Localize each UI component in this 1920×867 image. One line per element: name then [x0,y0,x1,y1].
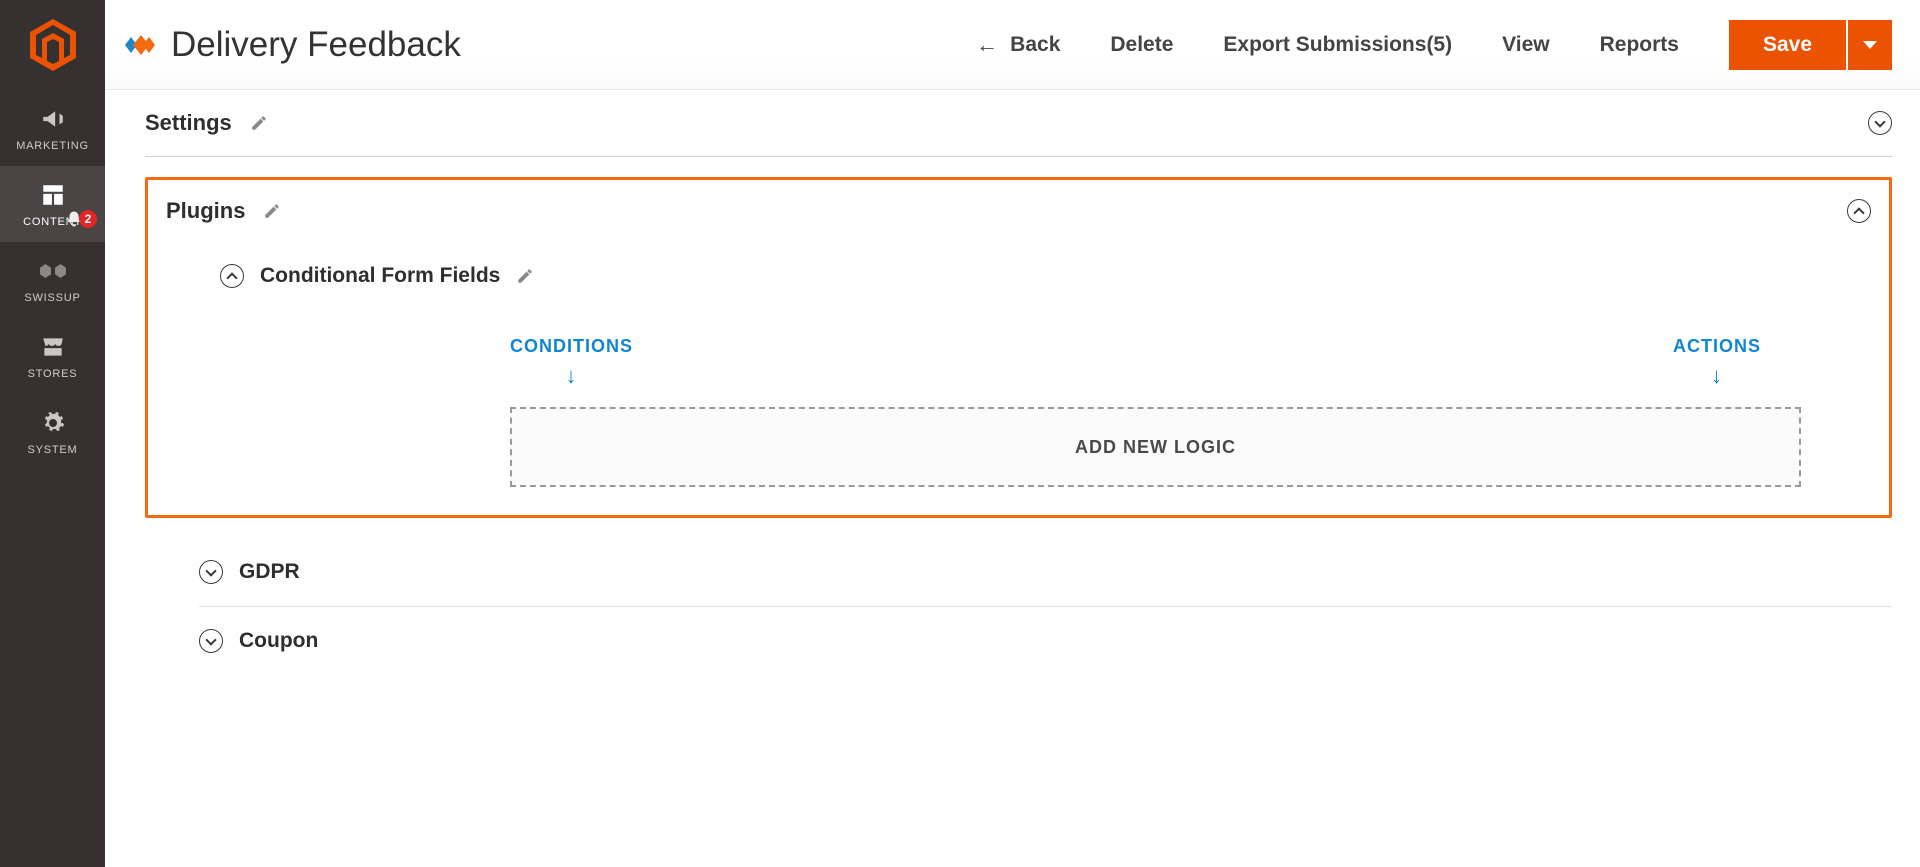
back-button[interactable]: ← Back [976,33,1060,57]
page-actions: ← Back Delete Export Submissions(5) View… [976,20,1892,70]
sidebar-item-system[interactable]: SYSTEM [0,394,105,470]
page-header: Delivery Feedback ← Back Delete Export S… [105,0,1920,90]
section-plugins: Plugins Conditional F [145,177,1892,518]
coupon-title: Coupon [239,629,318,653]
chevron-up-icon [226,272,237,283]
admin-sidebar: MARKETING CONTENT 2 SWISSUP [0,0,105,867]
add-new-logic-button[interactable]: ADD NEW LOGIC [510,407,1801,487]
logo[interactable] [0,0,105,90]
chevron-down-icon [205,565,216,576]
page-content: Settings Plugins [105,90,1920,867]
conditions-text: CONDITIONS [510,336,633,357]
badge-count: 2 [79,210,97,228]
arrow-down-icon: ↓ [566,363,578,389]
pencil-icon[interactable] [263,202,281,220]
triangle-down-icon [1863,41,1877,49]
delete-label: Delete [1110,33,1173,57]
form-icon [123,28,157,62]
actions-text: ACTIONS [1673,336,1761,357]
settings-title: Settings [145,110,232,136]
megaphone-icon [38,106,68,132]
add-new-logic-label: ADD NEW LOGIC [1075,437,1236,458]
hexagons-icon [38,258,68,284]
layout-icon [38,182,68,208]
save-button[interactable]: Save [1729,20,1846,70]
arrow-down-icon: ↓ [1711,363,1723,389]
conditions-column-label: CONDITIONS ↓ [510,336,633,389]
sidebar-item-label: STORES [28,368,78,380]
sidebar-item-content[interactable]: CONTENT 2 [0,166,105,242]
reports-button[interactable]: Reports [1600,33,1679,57]
page-title: Delivery Feedback [171,25,461,65]
view-label: View [1502,33,1549,57]
section-settings: Settings [145,90,1892,157]
plugins-title: Plugins [166,198,245,224]
conditional-title: Conditional Form Fields [260,264,500,288]
gdpr-title: GDPR [239,560,300,584]
gear-icon [38,410,68,436]
export-submissions-button[interactable]: Export Submissions(5) [1223,33,1452,57]
pencil-icon[interactable] [516,267,534,285]
save-dropdown-button[interactable] [1848,20,1892,70]
subsection-coupon: Coupon [199,607,1892,675]
delete-button[interactable]: Delete [1110,33,1173,57]
sidebar-item-label: SYSTEM [27,444,77,456]
chevron-down-icon [205,634,216,645]
chevron-down-icon [1874,116,1885,127]
sidebar-item-marketing[interactable]: MARKETING [0,90,105,166]
gdpr-collapse-toggle[interactable] [199,560,223,584]
view-button[interactable]: View [1502,33,1549,57]
chevron-up-icon [1853,207,1864,218]
subsection-conditional-fields: Conditional Form Fields CONDITIONS ↓ ACT… [166,264,1871,487]
magento-logo-icon [30,19,76,71]
coupon-collapse-toggle[interactable] [199,629,223,653]
notifications-badge[interactable]: 2 [65,210,97,228]
export-label: Export Submissions(5) [1223,33,1452,57]
sidebar-item-stores[interactable]: STORES [0,318,105,394]
conditional-collapse-toggle[interactable] [220,264,244,288]
sidebar-item-swissup[interactable]: SWISSUP [0,242,105,318]
back-label: Back [1010,33,1060,57]
sidebar-item-label: MARKETING [16,140,89,152]
reports-label: Reports [1600,33,1679,57]
pencil-icon[interactable] [250,114,268,132]
plugins-collapse-toggle[interactable] [1847,199,1871,223]
settings-collapse-toggle[interactable] [1868,111,1892,135]
sidebar-item-label: SWISSUP [24,292,80,304]
subsection-gdpr: GDPR [199,538,1892,607]
arrow-left-icon: ← [976,34,998,56]
actions-column-label: ACTIONS ↓ [1673,336,1761,389]
storefront-icon [38,334,68,360]
